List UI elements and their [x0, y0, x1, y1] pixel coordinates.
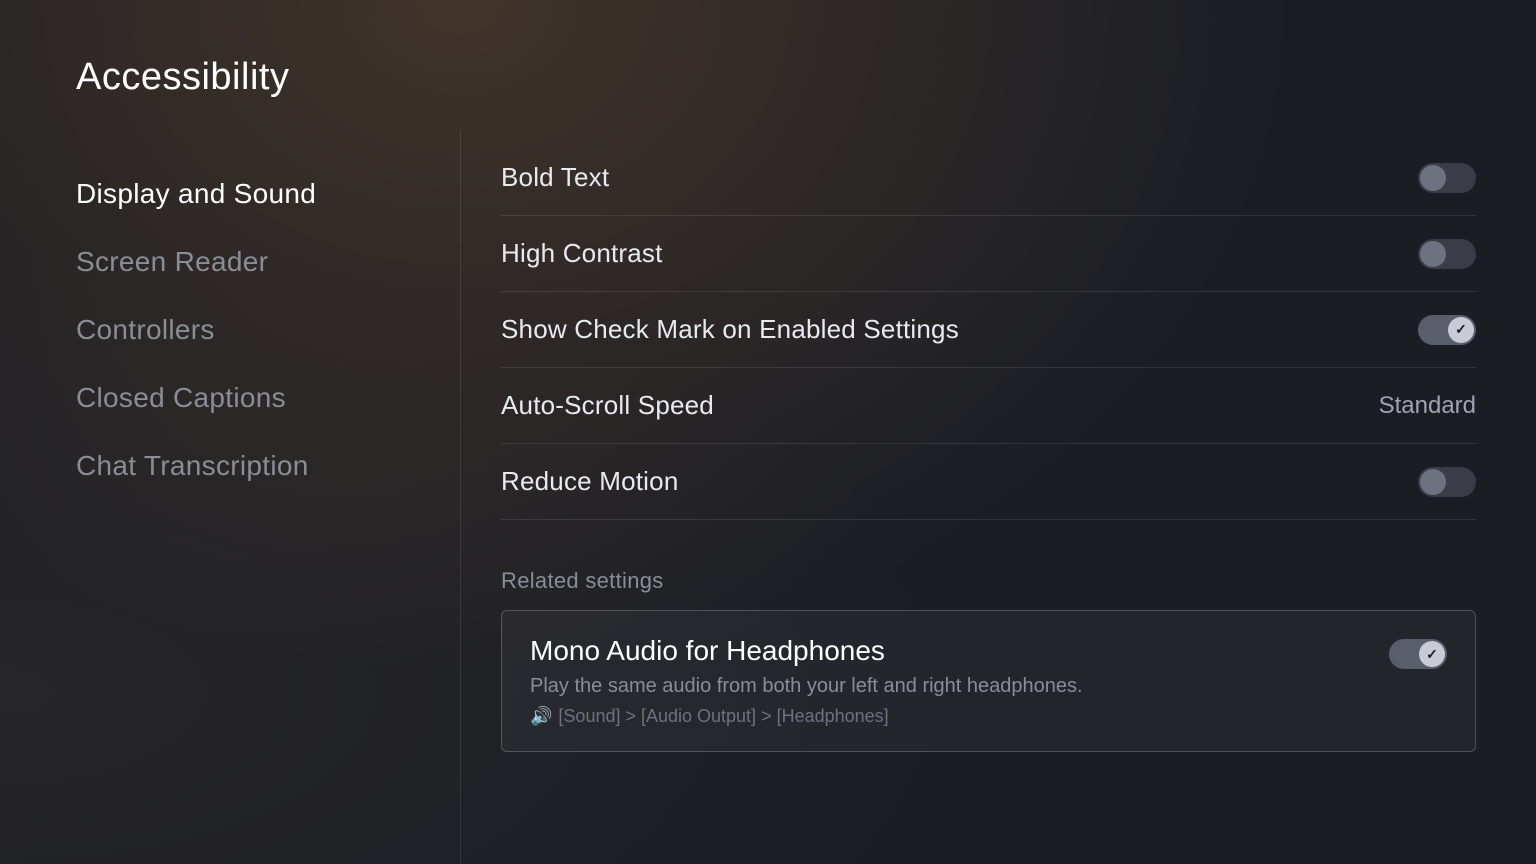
- main-layout: Display and Sound Screen Reader Controll…: [0, 130, 1536, 864]
- toggle-knob-mono-audio: [1419, 641, 1445, 667]
- setting-label-bold-text: Bold Text: [501, 162, 609, 193]
- setting-row-high-contrast: High Contrast: [501, 216, 1476, 292]
- related-card-title: Mono Audio for Headphones: [530, 635, 1389, 667]
- related-card-description: Play the same audio from both your left …: [530, 675, 1389, 698]
- sidebar-item-display-and-sound[interactable]: Display and Sound: [76, 160, 460, 228]
- sidebar-item-chat-transcription[interactable]: Chat Transcription: [76, 432, 460, 500]
- setting-label-high-contrast: High Contrast: [501, 238, 663, 269]
- related-card-content: Mono Audio for Headphones Play the same …: [530, 635, 1389, 727]
- setting-row-reduce-motion: Reduce Motion: [501, 444, 1476, 520]
- toggle-high-contrast[interactable]: [1418, 239, 1476, 269]
- toggle-knob-show-check-mark: [1448, 317, 1474, 343]
- toggle-knob-bold-text: [1420, 165, 1446, 191]
- sidebar-item-controllers[interactable]: Controllers: [76, 296, 460, 364]
- toggle-show-check-mark[interactable]: [1418, 315, 1476, 345]
- toggle-mono-audio[interactable]: [1389, 639, 1447, 669]
- setting-row-bold-text: Bold Text: [501, 140, 1476, 216]
- sidebar-item-closed-captions[interactable]: Closed Captions: [76, 364, 460, 432]
- sidebar-item-screen-reader[interactable]: Screen Reader: [76, 228, 460, 296]
- toggle-bold-text[interactable]: [1418, 163, 1476, 193]
- setting-row-auto-scroll-speed: Auto-Scroll Speed Standard: [501, 368, 1476, 444]
- related-card-path: 🔊 [Sound] > [Audio Output] > [Headphones…: [530, 706, 1389, 727]
- related-card-mono-audio[interactable]: Mono Audio for Headphones Play the same …: [501, 610, 1476, 752]
- setting-label-show-check-mark: Show Check Mark on Enabled Settings: [501, 314, 959, 345]
- related-settings-section: Related settings Mono Audio for Headphon…: [501, 568, 1476, 752]
- setting-label-reduce-motion: Reduce Motion: [501, 466, 678, 497]
- setting-row-show-check-mark: Show Check Mark on Enabled Settings: [501, 292, 1476, 368]
- related-settings-title: Related settings: [501, 568, 1476, 594]
- sidebar: Display and Sound Screen Reader Controll…: [0, 130, 460, 864]
- toggle-knob-high-contrast: [1420, 241, 1446, 267]
- toggle-knob-reduce-motion: [1420, 469, 1446, 495]
- setting-value-auto-scroll-speed[interactable]: Standard: [1379, 392, 1476, 420]
- settings-list: Bold Text High Contrast Show Check Mark …: [501, 140, 1476, 520]
- setting-label-auto-scroll-speed: Auto-Scroll Speed: [501, 390, 714, 421]
- speaker-icon: 🔊: [530, 706, 552, 727]
- settings-content: Bold Text High Contrast Show Check Mark …: [460, 130, 1536, 864]
- toggle-reduce-motion[interactable]: [1418, 467, 1476, 497]
- page-title: Accessibility: [76, 56, 289, 99]
